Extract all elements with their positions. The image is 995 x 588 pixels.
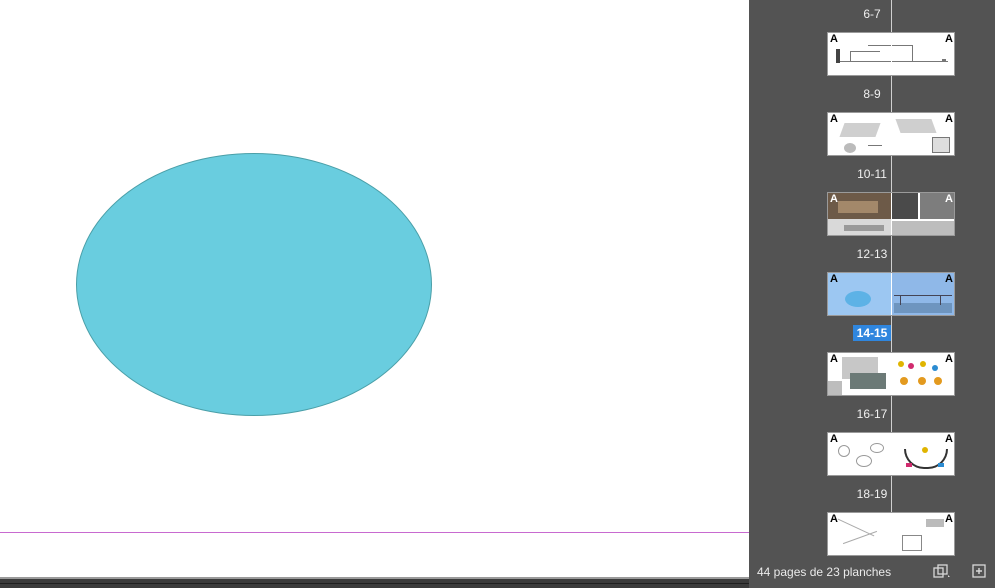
edit-page-size-icon[interactable] [932, 563, 952, 579]
new-page-icon[interactable] [971, 563, 987, 579]
page-thumbnail-right[interactable]: A [892, 353, 954, 395]
spread-label[interactable]: 10-11 [749, 167, 995, 181]
page-thumbnail-left[interactable]: A [828, 33, 891, 75]
spread-thumbnail[interactable]: A A [827, 432, 955, 476]
pages-panel: 6-7 A A 8-9 A A 10-11 A A 12-13 A A 14-1… [749, 0, 995, 588]
spread-thumbnail[interactable]: A A [827, 192, 955, 236]
spread-thumbnail[interactable]: A A [827, 512, 955, 556]
spread-thumbnail[interactable]: A A [827, 352, 955, 396]
page-thumbnail-right[interactable]: A [892, 193, 954, 235]
spread-label[interactable]: 16-17 [749, 407, 995, 421]
page-thumbnail-left[interactable]: A [828, 113, 891, 155]
page-thumbnail-left[interactable]: A [828, 273, 891, 315]
spread-label[interactable]: 12-13 [749, 247, 995, 261]
spread-label-selected[interactable]: 14-15 [749, 325, 995, 341]
margin-guide-line [0, 532, 749, 533]
page-thumbnail-right[interactable]: A [892, 513, 954, 555]
spread-thumbnail[interactable]: A A [827, 112, 955, 156]
page-thumbnail-left[interactable]: A [828, 513, 891, 555]
spread-thumbnail[interactable]: A A [827, 32, 955, 76]
page-thumbnail-right[interactable]: A [892, 273, 954, 315]
ellipse-shape[interactable] [76, 153, 432, 416]
page-thumbnail-right[interactable]: A [892, 33, 954, 75]
page-count-status: 44 pages de 23 planches [757, 565, 892, 579]
page-thumbnail-left[interactable]: A [828, 353, 891, 395]
page-thumbnail-right[interactable]: A [892, 433, 954, 475]
spread-label[interactable]: 18-19 [749, 487, 995, 501]
page-thumbnail-left[interactable]: A [828, 193, 891, 235]
page-thumbnail-left[interactable]: A [828, 433, 891, 475]
pages-panel-footer: 44 pages de 23 planches [749, 560, 995, 588]
spread-label[interactable]: 8-9 [749, 87, 995, 101]
canvas-bottom-scrollbar[interactable] [0, 577, 749, 588]
document-canvas[interactable] [0, 0, 749, 588]
page-thumbnail-right[interactable]: A [892, 113, 954, 155]
spread-label[interactable]: 6-7 [749, 7, 995, 21]
spread-thumbnail[interactable]: A A [827, 272, 955, 316]
